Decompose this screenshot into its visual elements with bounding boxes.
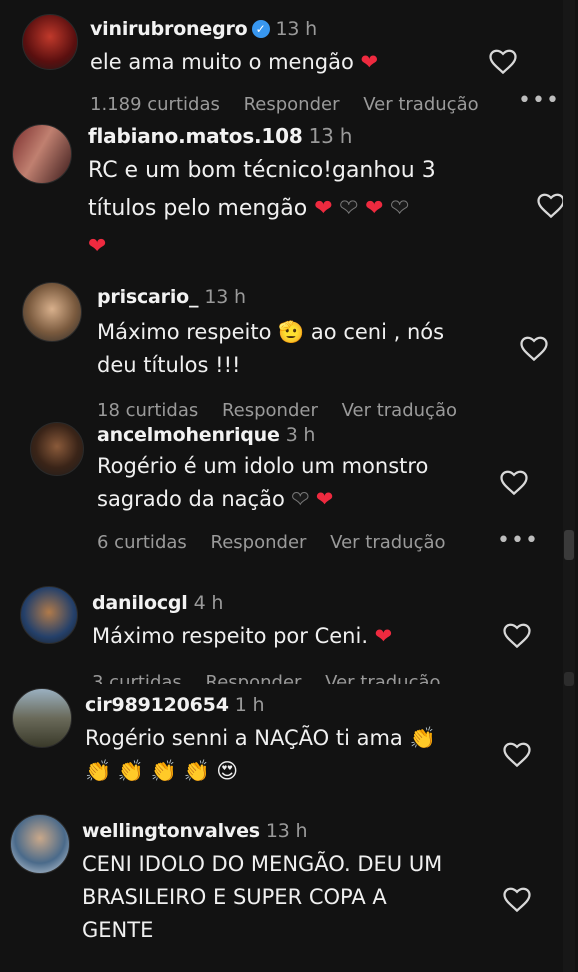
comment-text-line-1: Rogério senni a NAÇÃO ti ama 👏 — [85, 726, 436, 750]
comment-vinirubronegro: vinirubronegro ✓ 13 h ele ama muito o meng… — [0, 0, 578, 120]
timestamp: 3 h — [285, 424, 316, 446]
comment-text-line-2: BRASILEIRO E SUPER COPA A — [82, 885, 387, 909]
comment-text-line-1: RC e um bom técnico!ganhou 3 — [88, 158, 436, 183]
avatar[interactable] — [12, 124, 72, 184]
avatar[interactable] — [20, 586, 78, 644]
translate-button[interactable]: Ver tradução — [325, 672, 440, 684]
avatar[interactable] — [12, 688, 72, 748]
translate-button[interactable]: Ver tradução — [342, 400, 457, 421]
red-heart-emoji: ❤ — [315, 487, 334, 511]
comment-text-line-1: Máximo respeito 🫡 ao ceni , nós — [97, 320, 445, 344]
comment-text-line-3: ❤ — [88, 228, 436, 266]
username[interactable]: danilocgl — [92, 592, 188, 614]
red-heart-emoji: ❤ — [365, 196, 384, 221]
timestamp: 13 h — [308, 124, 353, 148]
comment-text-line-2: sagrado da nação ❤ ❤ — [97, 487, 334, 512]
heart-outline-icon[interactable] — [536, 191, 566, 221]
username[interactable]: flabiano.matos.108 — [88, 124, 303, 148]
comment-text-line-1: CENI IDOLO DO MENGÃO. DEU UM — [82, 852, 443, 876]
reply-button[interactable]: Responder — [206, 672, 302, 684]
comment-text-line-1: Rogério é um idolo um monstro — [97, 454, 429, 478]
heart-outline-icon[interactable] — [499, 468, 529, 498]
comment-priscario: priscario_ 13 h Máximo respeito 🫡 ao ceni… — [0, 278, 578, 428]
comment-text-line-3: GENTE — [82, 918, 154, 942]
comment-text-line-2: títulos pelo mengão ❤ ❤ ❤ ❤ — [88, 196, 409, 222]
comment-danilocgl: danilocgl 4 h Máximo respeito por Ceni. ❤… — [0, 584, 578, 688]
comment-flabiano: flabiano.matos.108 13 h RC e um bom técni… — [0, 118, 578, 278]
avatar[interactable] — [22, 282, 82, 342]
red-heart-emoji: ❤ — [88, 234, 107, 259]
username[interactable]: wellingtonvalves — [82, 820, 260, 842]
scrollbar-thumb[interactable] — [564, 530, 574, 560]
more-dots-icon[interactable]: ••• — [497, 528, 539, 553]
username[interactable]: priscario_ — [97, 286, 199, 308]
black-heart-emoji: ❤ — [339, 196, 359, 222]
reply-button[interactable]: Responder — [222, 400, 318, 421]
timestamp: 13 h — [275, 18, 318, 40]
likes-count[interactable]: 3 curtidas — [92, 672, 182, 684]
comment-ancelmohenrique: ancelmohenrique 3 h Rogério é um idolo um… — [0, 420, 578, 570]
heart-outline-icon[interactable] — [502, 885, 532, 915]
avatar[interactable] — [10, 814, 70, 874]
likes-count[interactable]: 6 curtidas — [97, 532, 187, 553]
comment-text: Máximo respeito por Ceni. ❤ — [92, 624, 393, 648]
reply-button[interactable]: Responder — [211, 532, 307, 553]
scrollbar-thumb-secondary[interactable] — [564, 672, 574, 686]
avatar[interactable] — [30, 422, 84, 476]
heart-outline-icon[interactable] — [502, 621, 532, 651]
red-heart-emoji: ❤ — [360, 50, 379, 74]
comment-text-line-2: 👏 👏 👏 👏 😍 — [85, 759, 239, 783]
black-heart-emoji: ❤ — [291, 487, 310, 512]
heart-outline-icon[interactable] — [502, 740, 532, 770]
more-dots-icon[interactable]: ••• — [518, 88, 560, 113]
timestamp: 13 h — [265, 820, 308, 842]
reply-button[interactable]: Responder — [244, 94, 340, 115]
red-heart-emoji: ❤ — [374, 624, 393, 648]
translate-button[interactable]: Ver tradução — [363, 94, 478, 115]
comment-cir989120654: cir989120654 1 h Rogério senni a NAÇÃO ti… — [0, 686, 578, 810]
comment-text: ele ama muito o mengão ❤ — [90, 50, 379, 74]
likes-count[interactable]: 1.189 curtidas — [90, 94, 220, 115]
verified-badge-icon: ✓ — [251, 20, 270, 38]
heart-outline-icon[interactable] — [488, 47, 518, 77]
translate-button[interactable]: Ver tradução — [330, 532, 445, 553]
heart-outline-icon[interactable] — [519, 334, 549, 364]
comment-text-line-2: deu títulos !!! — [97, 353, 241, 377]
timestamp: 1 h — [234, 694, 265, 716]
timestamp: 4 h — [193, 592, 224, 614]
red-heart-emoji: ❤ — [314, 196, 333, 221]
timestamp: 13 h — [204, 286, 246, 308]
scrollbar[interactable] — [563, 0, 575, 972]
username[interactable]: ancelmohenrique — [97, 424, 280, 446]
likes-count[interactable]: 18 curtidas — [97, 400, 198, 421]
username[interactable]: cir989120654 — [85, 694, 229, 716]
comment-wellingtonvalves: wellingtonvalves 13 h CENI IDOLO DO MENGÃ… — [0, 810, 578, 972]
black-heart-emoji: ❤ — [390, 196, 409, 222]
avatar[interactable] — [22, 14, 78, 70]
username[interactable]: vinirubronegro — [90, 18, 248, 40]
